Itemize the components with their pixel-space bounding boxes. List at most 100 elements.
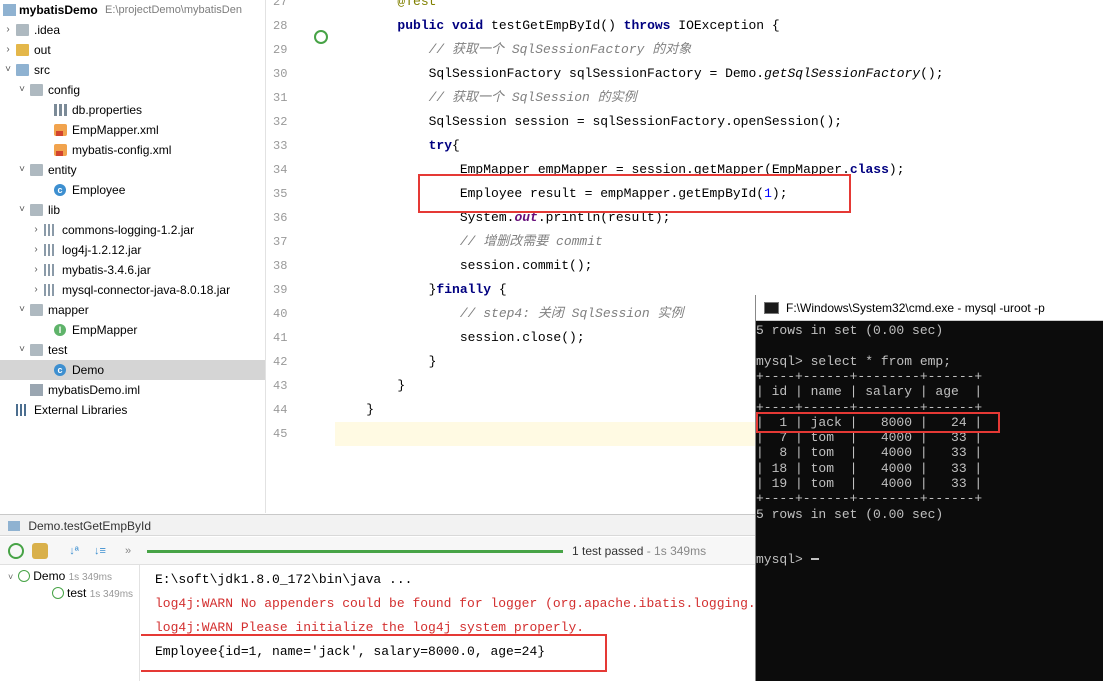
line-number: 41 <box>273 331 288 345</box>
tree-item[interactable]: c Employee <box>0 180 265 200</box>
code-token: getSqlSessionFactory <box>764 66 921 81</box>
tree-item[interactable]: ˅ lib <box>0 200 265 220</box>
code-token: finally <box>436 282 499 297</box>
code-line[interactable]: public void testGetEmpById() throws IOEx… <box>335 14 1103 38</box>
chevron-right-icon[interactable]: › <box>31 260 41 280</box>
tree-item[interactable]: EmpMapper.xml <box>0 120 265 140</box>
run-tab[interactable]: Demo.testGetEmpById <box>0 514 755 536</box>
cmd-line: +----+------+--------+------+ <box>756 369 982 385</box>
run-test-icon[interactable] <box>314 30 328 44</box>
code-line[interactable]: // 获取一个 SqlSession 的实例 <box>335 86 1103 110</box>
code-line[interactable]: @Test <box>335 0 1103 14</box>
tree-item-label: mybatis-config.xml <box>72 143 172 157</box>
cmd-line-text: +----+------+--------+------+ <box>756 368 983 384</box>
sort-by-duration-icon[interactable]: ↓≡ <box>92 543 108 559</box>
tree-item[interactable]: I EmpMapper <box>0 320 265 340</box>
tree-item[interactable]: ˅ entity <box>0 160 265 180</box>
code-line[interactable]: SqlSessionFactory sqlSessionFactory = De… <box>335 62 1103 86</box>
tree-item[interactable]: ˅ src <box>0 60 265 80</box>
chevron-down-icon[interactable]: ˅ <box>3 60 13 80</box>
chevron-right-icon[interactable]: › <box>31 280 41 300</box>
line-number: 43 <box>273 379 288 393</box>
tree-item[interactable]: › .idea <box>0 20 265 40</box>
code-token: session.close(); <box>335 330 585 345</box>
code-token: ); <box>888 162 905 177</box>
console-output[interactable]: E:\soft\jdk1.8.0_172\bin\java ... log4j:… <box>141 565 755 681</box>
chevron-down-icon[interactable]: ˅ <box>17 200 27 220</box>
code-token: // step4: 关闭 SqlSession 实例 <box>459 306 684 321</box>
tree-item[interactable]: › mybatis-3.4.6.jar <box>0 260 265 280</box>
code-line[interactable]: // 增删改需要 commit <box>335 230 1103 254</box>
show-ignored-icon[interactable] <box>32 543 48 559</box>
show-passed-icon[interactable] <box>8 543 24 559</box>
test-suite-item[interactable]: ˅ Demo 1s 349ms <box>8 567 112 585</box>
tree-item[interactable]: db.properties <box>0 100 265 120</box>
code-token: try <box>428 138 453 153</box>
tree-item[interactable]: › commons-logging-1.2.jar <box>0 220 265 240</box>
tree-item[interactable]: ˅ config <box>0 80 265 100</box>
code-line[interactable]: session.commit(); <box>335 254 1103 278</box>
cmd-line: | 1 | jack | 8000 | 24 | <box>756 415 982 431</box>
passed-icon <box>52 587 64 599</box>
cmd-cursor <box>810 558 819 561</box>
chevron-down-icon[interactable]: ˅ <box>17 80 27 100</box>
chevron-right-icon[interactable]: › <box>3 20 13 40</box>
code-line[interactable]: SqlSession session = sqlSessionFactory.o… <box>335 110 1103 134</box>
chevron-down-icon[interactable]: ˅ <box>17 340 27 360</box>
project-root-name: mybatisDemo <box>19 3 98 17</box>
line-number: 31 <box>273 91 288 105</box>
sort-alphabetically-icon[interactable]: ↓ª <box>66 543 82 559</box>
code-line[interactable]: Employee result = empMapper.getEmpById(1… <box>335 182 1103 206</box>
code-token: class <box>849 162 889 177</box>
project-icon <box>3 4 16 16</box>
chevron-right-icon[interactable]: › <box>31 240 41 260</box>
tree-item[interactable]: › mysql-connector-java-8.0.18.jar <box>0 280 265 300</box>
jar-icon <box>44 224 54 236</box>
tree-item[interactable]: ˅ test <box>0 340 265 360</box>
code-token: SqlSessionFactory sqlSessionFactory = De… <box>335 66 765 81</box>
jar-icon <box>44 264 54 276</box>
code-line[interactable]: System.out.println(result); <box>335 206 1103 230</box>
test-status-text: 1 test passed <box>572 544 644 558</box>
project-root[interactable]: mybatisDemo E:\projectDemo\mybatisDen <box>0 0 265 20</box>
cmd-line-text: | 1 | jack | 8000 | 24 | <box>756 414 983 430</box>
tree-item[interactable]: External Libraries <box>0 400 265 420</box>
code-line[interactable]: // 获取一个 SqlSessionFactory 的对象 <box>335 38 1103 62</box>
properties-file-icon <box>54 104 67 116</box>
cmd-line-text: 5 rows in set (0.00 sec) <box>756 323 944 338</box>
jar-icon <box>44 284 54 296</box>
chevron-right-icon[interactable]: › <box>3 40 13 60</box>
code-token: { <box>498 282 507 297</box>
code-line[interactable]: EmpMapper empMapper = session.getMapper(… <box>335 158 1103 182</box>
code-token: (); <box>920 66 944 81</box>
passed-icon <box>18 570 31 582</box>
tree-item[interactable]: c Demo <box>0 360 265 380</box>
cmd-title-bar[interactable]: F:\Windows\System32\cmd.exe - mysql -uro… <box>756 295 1103 321</box>
code-line[interactable]: try{ <box>335 134 1103 158</box>
code-token: } <box>335 282 437 297</box>
cmd-window[interactable]: F:\Windows\System32\cmd.exe - mysql -uro… <box>755 295 1103 681</box>
chevron-down-icon[interactable]: ˅ <box>17 300 27 320</box>
code-token: Employee result = empMapper.getEmpById( <box>335 186 765 201</box>
code-token: @Test <box>335 0 437 9</box>
tree-item[interactable]: › log4j-1.2.12.jar <box>0 240 265 260</box>
folder-icon <box>30 344 43 356</box>
more-tools-icon[interactable]: » <box>120 543 136 559</box>
tree-item[interactable]: › out <box>0 40 265 60</box>
cmd-icon <box>764 302 779 314</box>
folder-icon <box>30 84 43 96</box>
line-number: 42 <box>273 355 288 369</box>
test-suite-time: 1s 349ms <box>68 572 112 583</box>
tree-item[interactable]: mybatis-config.xml <box>0 140 265 160</box>
chevron-down-icon[interactable]: ˅ <box>17 160 27 180</box>
tree-item[interactable]: mybatisDemo.iml <box>0 380 265 400</box>
xml-file-icon <box>54 144 67 156</box>
tree-item[interactable]: ˅ mapper <box>0 300 265 320</box>
cmd-line: | 18 | tom | 4000 | 33 | <box>756 461 982 477</box>
chevron-right-icon[interactable]: › <box>31 220 41 240</box>
line-number: 39 <box>273 283 288 297</box>
test-case-item[interactable]: test 1s 349ms <box>52 584 133 602</box>
interface-icon: I <box>54 324 66 336</box>
line-number: 35 <box>273 187 288 201</box>
